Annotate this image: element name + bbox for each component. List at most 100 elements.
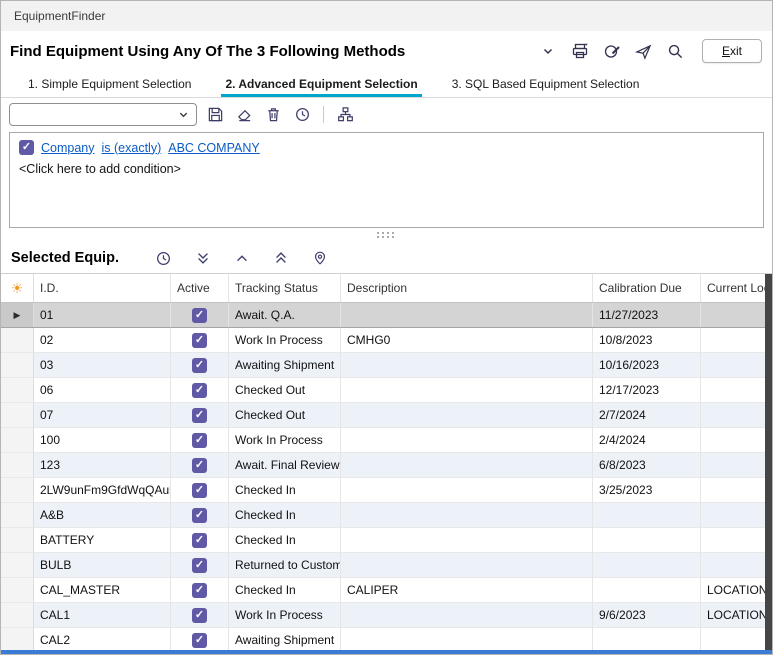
row-selector-cell[interactable]	[1, 503, 34, 527]
row-selector-cell[interactable]	[1, 553, 34, 577]
tab-sql-based-equipment-selection[interactable]: 3. SQL Based Equipment Selection	[450, 71, 642, 97]
row-selector-cell[interactable]	[1, 453, 34, 477]
active-checkbox[interactable]: ✓	[192, 308, 207, 323]
horizontal-scrollbar[interactable]	[1, 650, 772, 654]
cell-active: ✓	[171, 378, 229, 402]
condition-panel[interactable]: ✓ Company is (exactly) ABC COMPANY <Clic…	[9, 132, 764, 228]
row-selector-cell[interactable]: ▶	[1, 303, 34, 327]
active-checkbox[interactable]: ✓	[192, 533, 207, 548]
active-checkbox[interactable]: ✓	[192, 383, 207, 398]
cell-calibration-due: 2/7/2024	[593, 403, 701, 427]
table-row[interactable]: A&B✓Checked In	[1, 503, 772, 528]
column-header-current-location[interactable]: Current Location	[701, 274, 772, 302]
condition-operator-link[interactable]: is (exactly)	[102, 141, 162, 155]
column-header-tracking-status[interactable]: Tracking Status	[229, 274, 341, 302]
active-checkbox[interactable]: ✓	[192, 583, 207, 598]
check-icon: ✓	[195, 460, 204, 471]
row-selector-cell[interactable]	[1, 353, 34, 377]
check-icon: ✓	[195, 435, 204, 446]
row-selector-cell[interactable]	[1, 478, 34, 502]
active-checkbox[interactable]: ✓	[192, 333, 207, 348]
table-row[interactable]: BULB✓Returned to Customer	[1, 553, 772, 578]
cell-id: BATTERY	[34, 528, 171, 552]
active-checkbox[interactable]: ✓	[192, 358, 207, 373]
table-row[interactable]: 2LW9unFm9GfdWqQAuiF✓Checked In3/25/2023	[1, 478, 772, 503]
annotate-icon[interactable]	[600, 39, 624, 63]
equipment-finder-window: { "window": { "title": "EquipmentFinder"…	[0, 0, 773, 655]
condition-field-link[interactable]: Company	[41, 141, 95, 155]
table-row[interactable]: 100✓Work In Process2/4/2024	[1, 428, 772, 453]
table-row[interactable]: 123✓Await. Final Review6/8/2023	[1, 453, 772, 478]
condition-builder-icon[interactable]	[334, 103, 356, 125]
cell-id: CAL_MASTER	[34, 578, 171, 602]
row-selector-cell[interactable]	[1, 428, 34, 452]
column-header-calibration-due[interactable]: Calibration Due	[593, 274, 701, 302]
exit-button-rest: xit	[730, 44, 742, 58]
tab-advanced-equipment-selection[interactable]: 2. Advanced Equipment Selection	[223, 71, 419, 97]
cell-id: CAL1	[34, 603, 171, 627]
chevron-down-icon[interactable]	[536, 39, 560, 63]
row-selector-cell[interactable]	[1, 603, 34, 627]
active-checkbox[interactable]: ✓	[192, 483, 207, 498]
cell-tracking-status: Work In Process	[229, 603, 341, 627]
search-icon[interactable]	[664, 39, 688, 63]
active-checkbox[interactable]: ✓	[192, 433, 207, 448]
column-header-id[interactable]: I.D.	[34, 274, 171, 302]
eraser-icon[interactable]	[233, 103, 255, 125]
page-title: Find Equipment Using Any Of The 3 Follow…	[10, 43, 405, 60]
tab-simple-equipment-selection[interactable]: 1. Simple Equipment Selection	[26, 71, 193, 97]
cell-description	[341, 378, 593, 402]
column-header-active[interactable]: Active	[171, 274, 229, 302]
grid-corner-cell[interactable]: ☀	[1, 274, 34, 302]
table-row[interactable]: 02✓Work In ProcessCMHG010/8/2023	[1, 328, 772, 353]
table-row[interactable]: ▶01✓Await. Q.A.11/27/2023	[1, 303, 772, 328]
delete-icon[interactable]	[262, 103, 284, 125]
cell-tracking-status: Checked In	[229, 528, 341, 552]
send-icon[interactable]	[632, 39, 656, 63]
print-icon[interactable]	[568, 39, 592, 63]
condition-value-link[interactable]: ABC COMPANY	[168, 141, 259, 155]
cell-calibration-due: 10/16/2023	[593, 353, 701, 377]
cell-active: ✓	[171, 628, 229, 652]
active-checkbox[interactable]: ✓	[192, 508, 207, 523]
cell-id: 07	[34, 403, 171, 427]
active-checkbox[interactable]: ✓	[192, 608, 207, 623]
splitter-handle[interactable]	[1, 228, 772, 243]
row-selector-cell[interactable]	[1, 403, 34, 427]
double-chevron-up-icon[interactable]	[270, 247, 292, 269]
save-icon[interactable]	[204, 103, 226, 125]
vertical-scrollbar[interactable]	[765, 274, 772, 653]
row-selector-cell[interactable]	[1, 328, 34, 352]
table-row[interactable]: CAL1✓Work In Process9/6/2023LOCATION 1	[1, 603, 772, 628]
active-checkbox[interactable]: ✓	[192, 633, 207, 648]
double-chevron-down-icon[interactable]	[192, 247, 214, 269]
column-header-description[interactable]: Description	[341, 274, 593, 302]
cell-id: 2LW9unFm9GfdWqQAuiF	[34, 478, 171, 502]
cell-id: 01	[34, 303, 171, 327]
history-icon[interactable]	[291, 103, 313, 125]
table-row[interactable]: BATTERY ✓ Checked In	[1, 528, 772, 553]
chevron-up-icon[interactable]	[231, 247, 253, 269]
table-row[interactable]: 06✓Checked Out12/17/2023	[1, 378, 772, 403]
saved-filter-combobox[interactable]	[9, 103, 197, 126]
row-selector-cell[interactable]	[1, 528, 34, 552]
active-checkbox[interactable]: ✓	[192, 458, 207, 473]
row-selector-cell[interactable]	[1, 378, 34, 402]
table-row[interactable]: CAL_MASTER✓Checked InCALIPERLOCATION 1	[1, 578, 772, 603]
location-pin-icon[interactable]	[309, 247, 331, 269]
table-row[interactable]: 03✓Awaiting Shipment10/16/2023	[1, 353, 772, 378]
cell-description	[341, 603, 593, 627]
check-icon: ✓	[195, 360, 204, 371]
history-icon[interactable]	[153, 247, 175, 269]
combo-chevron-down-icon[interactable]	[178, 109, 189, 120]
table-row[interactable]: 07✓Checked Out2/7/2024	[1, 403, 772, 428]
condition-checkbox[interactable]: ✓	[19, 140, 34, 155]
row-selector-cell[interactable]	[1, 628, 34, 652]
cell-id: CAL2	[34, 628, 171, 652]
active-checkbox[interactable]: ✓	[192, 558, 207, 573]
active-checkbox[interactable]: ✓	[192, 408, 207, 423]
row-selector-cell[interactable]	[1, 578, 34, 602]
splitter-grip-icon	[377, 232, 397, 240]
add-condition-prompt[interactable]: <Click here to add condition>	[19, 162, 754, 176]
exit-button[interactable]: Exit	[702, 39, 762, 63]
